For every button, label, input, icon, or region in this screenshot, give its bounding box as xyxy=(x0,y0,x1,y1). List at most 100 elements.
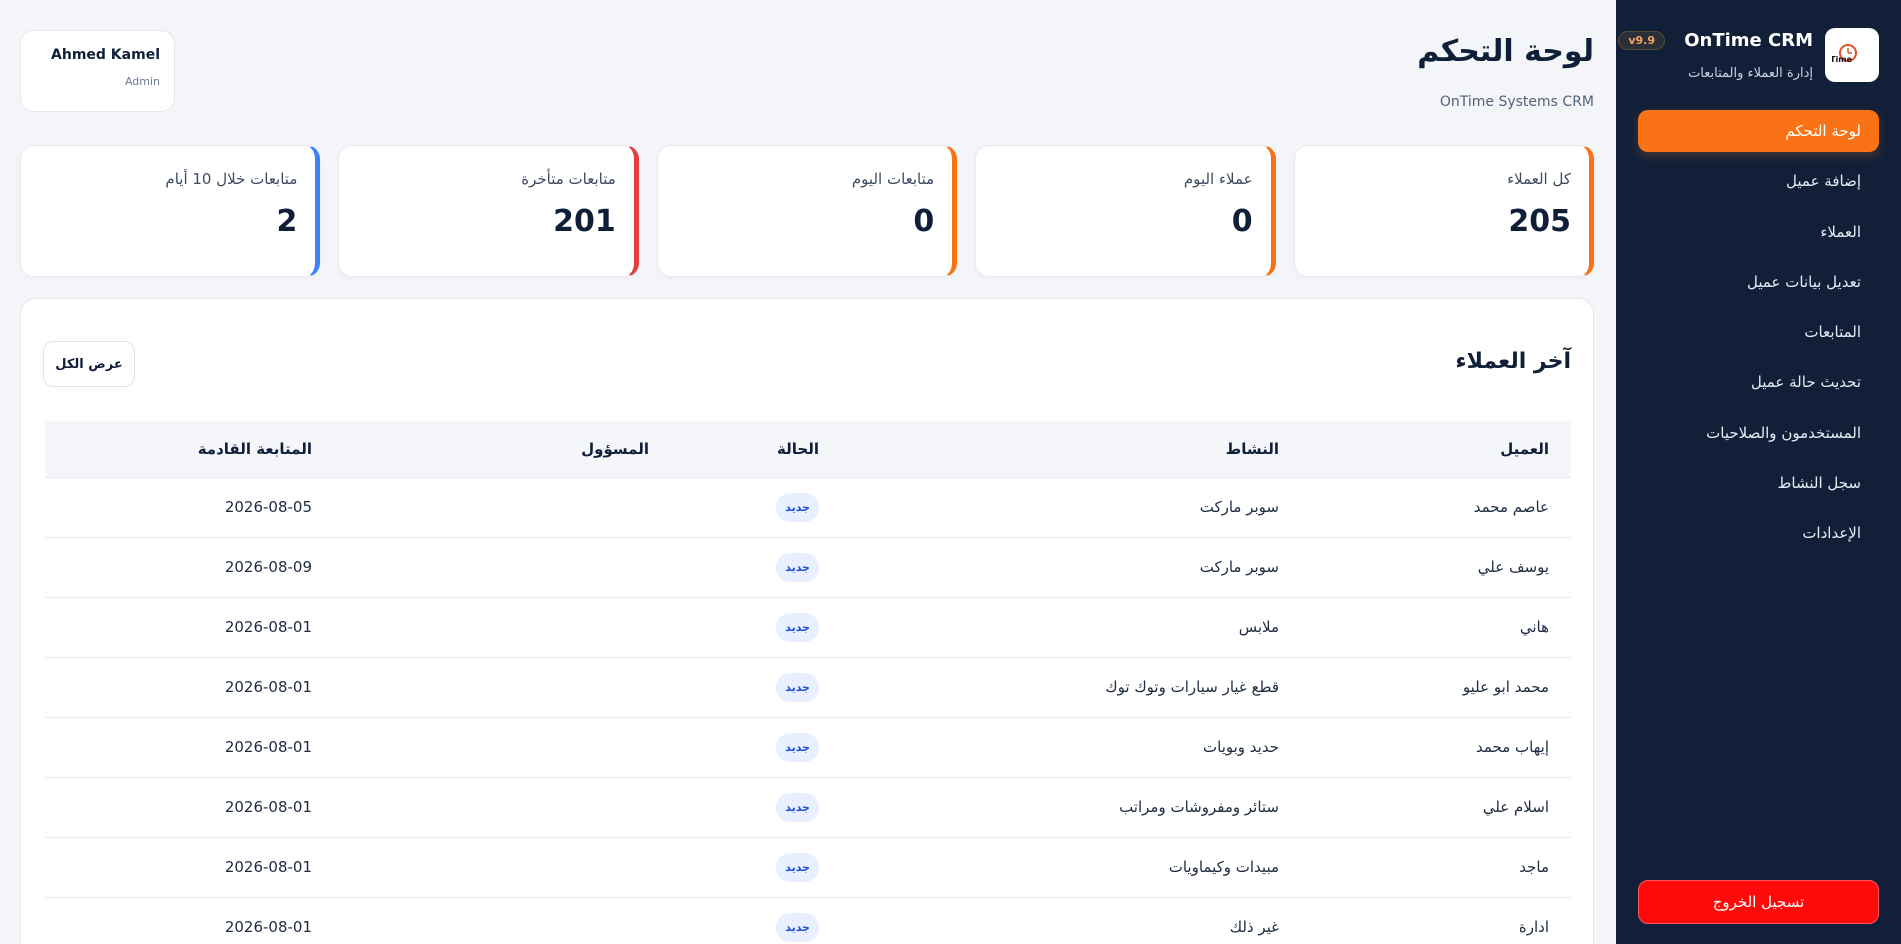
brand: Time OnTime CRM v9.9 إدارة العملاء والمت… xyxy=(1618,28,1879,88)
cell-activity: ستائر ومفروشات ومراتب xyxy=(841,777,1301,838)
stat-value: 201 xyxy=(553,204,616,239)
table-row[interactable]: ماجد مبيدات وكيماويات جديد 2026-08-01 xyxy=(45,837,1571,898)
logout-button[interactable]: تسجيل الخروج xyxy=(1638,880,1879,924)
cell-owner xyxy=(334,837,671,898)
status-badge: جديد xyxy=(776,552,819,582)
stat-value: 0 xyxy=(913,204,935,239)
logo-text: Time xyxy=(1832,55,1853,64)
status-badge: جديد xyxy=(776,612,819,642)
column-header-client[interactable]: العميل xyxy=(1301,421,1571,478)
sidebar-item-label: المستخدمون والصلاحيات xyxy=(1706,423,1861,442)
status-badge: جديد xyxy=(776,852,819,882)
brand-logo: Time xyxy=(1825,28,1879,82)
sidebar-item-settings[interactable]: الإعدادات xyxy=(1638,512,1879,554)
stat-card-today-followups: متابعات اليوم 0 xyxy=(656,145,958,277)
cell-status: جديد xyxy=(671,477,841,538)
cell-owner xyxy=(334,477,671,538)
sidebar-item-label: الإعدادات xyxy=(1802,524,1861,543)
sidebar-item-update-status[interactable]: تحديث حالة عميل xyxy=(1638,361,1879,403)
version-badge: v9.9 xyxy=(1618,31,1665,50)
column-header-status[interactable]: الحالة xyxy=(671,421,841,478)
cell-owner xyxy=(334,597,671,658)
table-row[interactable]: عاصم محمد سوبر ماركت جديد 2026-08-05 xyxy=(45,477,1571,538)
cell-activity: سوبر ماركت xyxy=(841,477,1301,538)
stat-value: 2 xyxy=(276,204,298,239)
status-badge: جديد xyxy=(776,672,819,702)
cell-next-followup: 2026-08-01 xyxy=(45,597,334,658)
cell-status: جديد xyxy=(671,897,841,944)
sidebar-item-label: المتابعات xyxy=(1804,323,1861,342)
cell-client: محمد ابو عليو xyxy=(1301,657,1571,718)
sidebar-item-label: إضافة عميل xyxy=(1786,172,1861,191)
cell-owner xyxy=(334,717,671,778)
cell-status: جديد xyxy=(671,717,841,778)
sidebar-item-label: لوحة التحكم xyxy=(1785,122,1861,140)
panel-title: آخر العملاء xyxy=(1455,349,1571,374)
page-title: لوحة التحكم xyxy=(1417,34,1594,69)
sidebar-item-label: العملاء xyxy=(1820,222,1861,241)
cell-next-followup: 2026-08-01 xyxy=(45,897,334,944)
cell-client: اسلام علي xyxy=(1301,777,1571,838)
sidebar-item-add-client[interactable]: إضافة عميل xyxy=(1638,160,1879,202)
user-role: Admin xyxy=(124,75,160,88)
sidebar-item-followups[interactable]: المتابعات xyxy=(1638,311,1879,353)
table-row[interactable]: إيهاب محمد حديد وبويات جديد 2026-08-01 xyxy=(45,717,1571,778)
user-name: Ahmed Kamel xyxy=(51,47,160,63)
sidebar-nav: لوحة التحكم إضافة عميل العملاء تعديل بيا… xyxy=(1638,110,1879,563)
main-content: لوحة التحكم OnTime Systems CRM Ahmed Kam… xyxy=(0,0,1616,944)
cell-client: هاني xyxy=(1301,597,1571,658)
cell-owner xyxy=(334,657,671,718)
cell-owner xyxy=(334,537,671,598)
cell-activity: مبيدات وكيماويات xyxy=(841,837,1301,898)
stat-label: متابعات متأخرة xyxy=(521,170,616,188)
page-subtitle: OnTime Systems CRM xyxy=(1439,94,1594,110)
cell-activity: غير ذلك xyxy=(841,897,1301,944)
cell-client: عاصم محمد xyxy=(1301,477,1571,538)
stat-card-today-clients: عملاء اليوم 0 xyxy=(975,145,1276,277)
sidebar-item-clients[interactable]: العملاء xyxy=(1638,211,1879,253)
table-row[interactable]: هاني ملابس جديد 2026-08-01 xyxy=(45,597,1571,658)
cell-owner xyxy=(334,897,671,944)
sidebar-item-dashboard[interactable]: لوحة التحكم xyxy=(1638,110,1879,152)
cell-next-followup: 2026-08-01 xyxy=(45,837,334,898)
stat-value: 0 xyxy=(1231,204,1253,239)
stat-label: كل العملاء xyxy=(1507,170,1571,188)
table-header-row: العميل النشاط الحالة المسؤول المتابعة ال… xyxy=(45,421,1571,478)
sidebar-item-users[interactable]: المستخدمون والصلاحيات xyxy=(1638,412,1879,454)
stat-label: متابعات خلال 10 أيام xyxy=(165,170,298,188)
column-header-activity[interactable]: النشاط xyxy=(841,421,1301,478)
view-all-button[interactable]: عرض الكل xyxy=(43,341,135,387)
cell-client: يوسف علي xyxy=(1301,537,1571,598)
user-card[interactable]: Ahmed Kamel Admin xyxy=(20,30,175,112)
table-row[interactable]: اسلام علي ستائر ومفروشات ومراتب جديد 202… xyxy=(45,777,1571,838)
cell-activity: قطع غيار سيارات وتوك توك xyxy=(841,657,1301,718)
cell-next-followup: 2026-08-05 xyxy=(45,477,334,538)
brand-subtitle: إدارة العملاء والمتابعات xyxy=(1688,66,1813,81)
sidebar-item-activity-log[interactable]: سجل النشاط xyxy=(1638,462,1879,504)
cell-client: ماجد xyxy=(1301,837,1571,898)
cell-activity: سوبر ماركت xyxy=(841,537,1301,598)
clock-logo-icon: Time xyxy=(1832,44,1857,64)
cell-status: جديد xyxy=(671,537,841,598)
cell-client: إيهاب محمد xyxy=(1301,717,1571,778)
cell-status: جديد xyxy=(671,597,841,658)
stat-card-all-clients: كل العملاء 205 xyxy=(1293,145,1594,277)
sidebar-item-edit-client[interactable]: تعديل بيانات عميل xyxy=(1638,261,1879,303)
stat-label: عملاء اليوم xyxy=(1183,170,1253,188)
table-row[interactable]: يوسف علي سوبر ماركت جديد 2026-08-09 xyxy=(45,537,1571,598)
cell-owner xyxy=(334,777,671,838)
table-row[interactable]: محمد ابو عليو قطع غيار سيارات وتوك توك ج… xyxy=(45,657,1571,718)
column-header-owner[interactable]: المسؤول xyxy=(334,421,671,478)
sidebar-item-label: سجل النشاط xyxy=(1777,474,1861,493)
stat-card-overdue-followups: متابعات متأخرة 201 xyxy=(338,145,639,277)
stat-value: 205 xyxy=(1508,204,1571,239)
status-badge: جديد xyxy=(776,912,819,942)
column-header-next-followup[interactable]: المتابعة القادمة xyxy=(45,421,334,478)
cell-next-followup: 2026-08-01 xyxy=(45,717,334,778)
cell-next-followup: 2026-08-01 xyxy=(45,657,334,718)
stat-label: متابعات اليوم xyxy=(851,170,935,188)
sidebar-item-label: تحديث حالة عميل xyxy=(1750,373,1861,392)
sidebar-item-label: تعديل بيانات عميل xyxy=(1746,272,1861,291)
cell-status: جديد xyxy=(671,777,841,838)
table-row[interactable]: ادارة غير ذلك جديد 2026-08-01 xyxy=(45,897,1571,944)
